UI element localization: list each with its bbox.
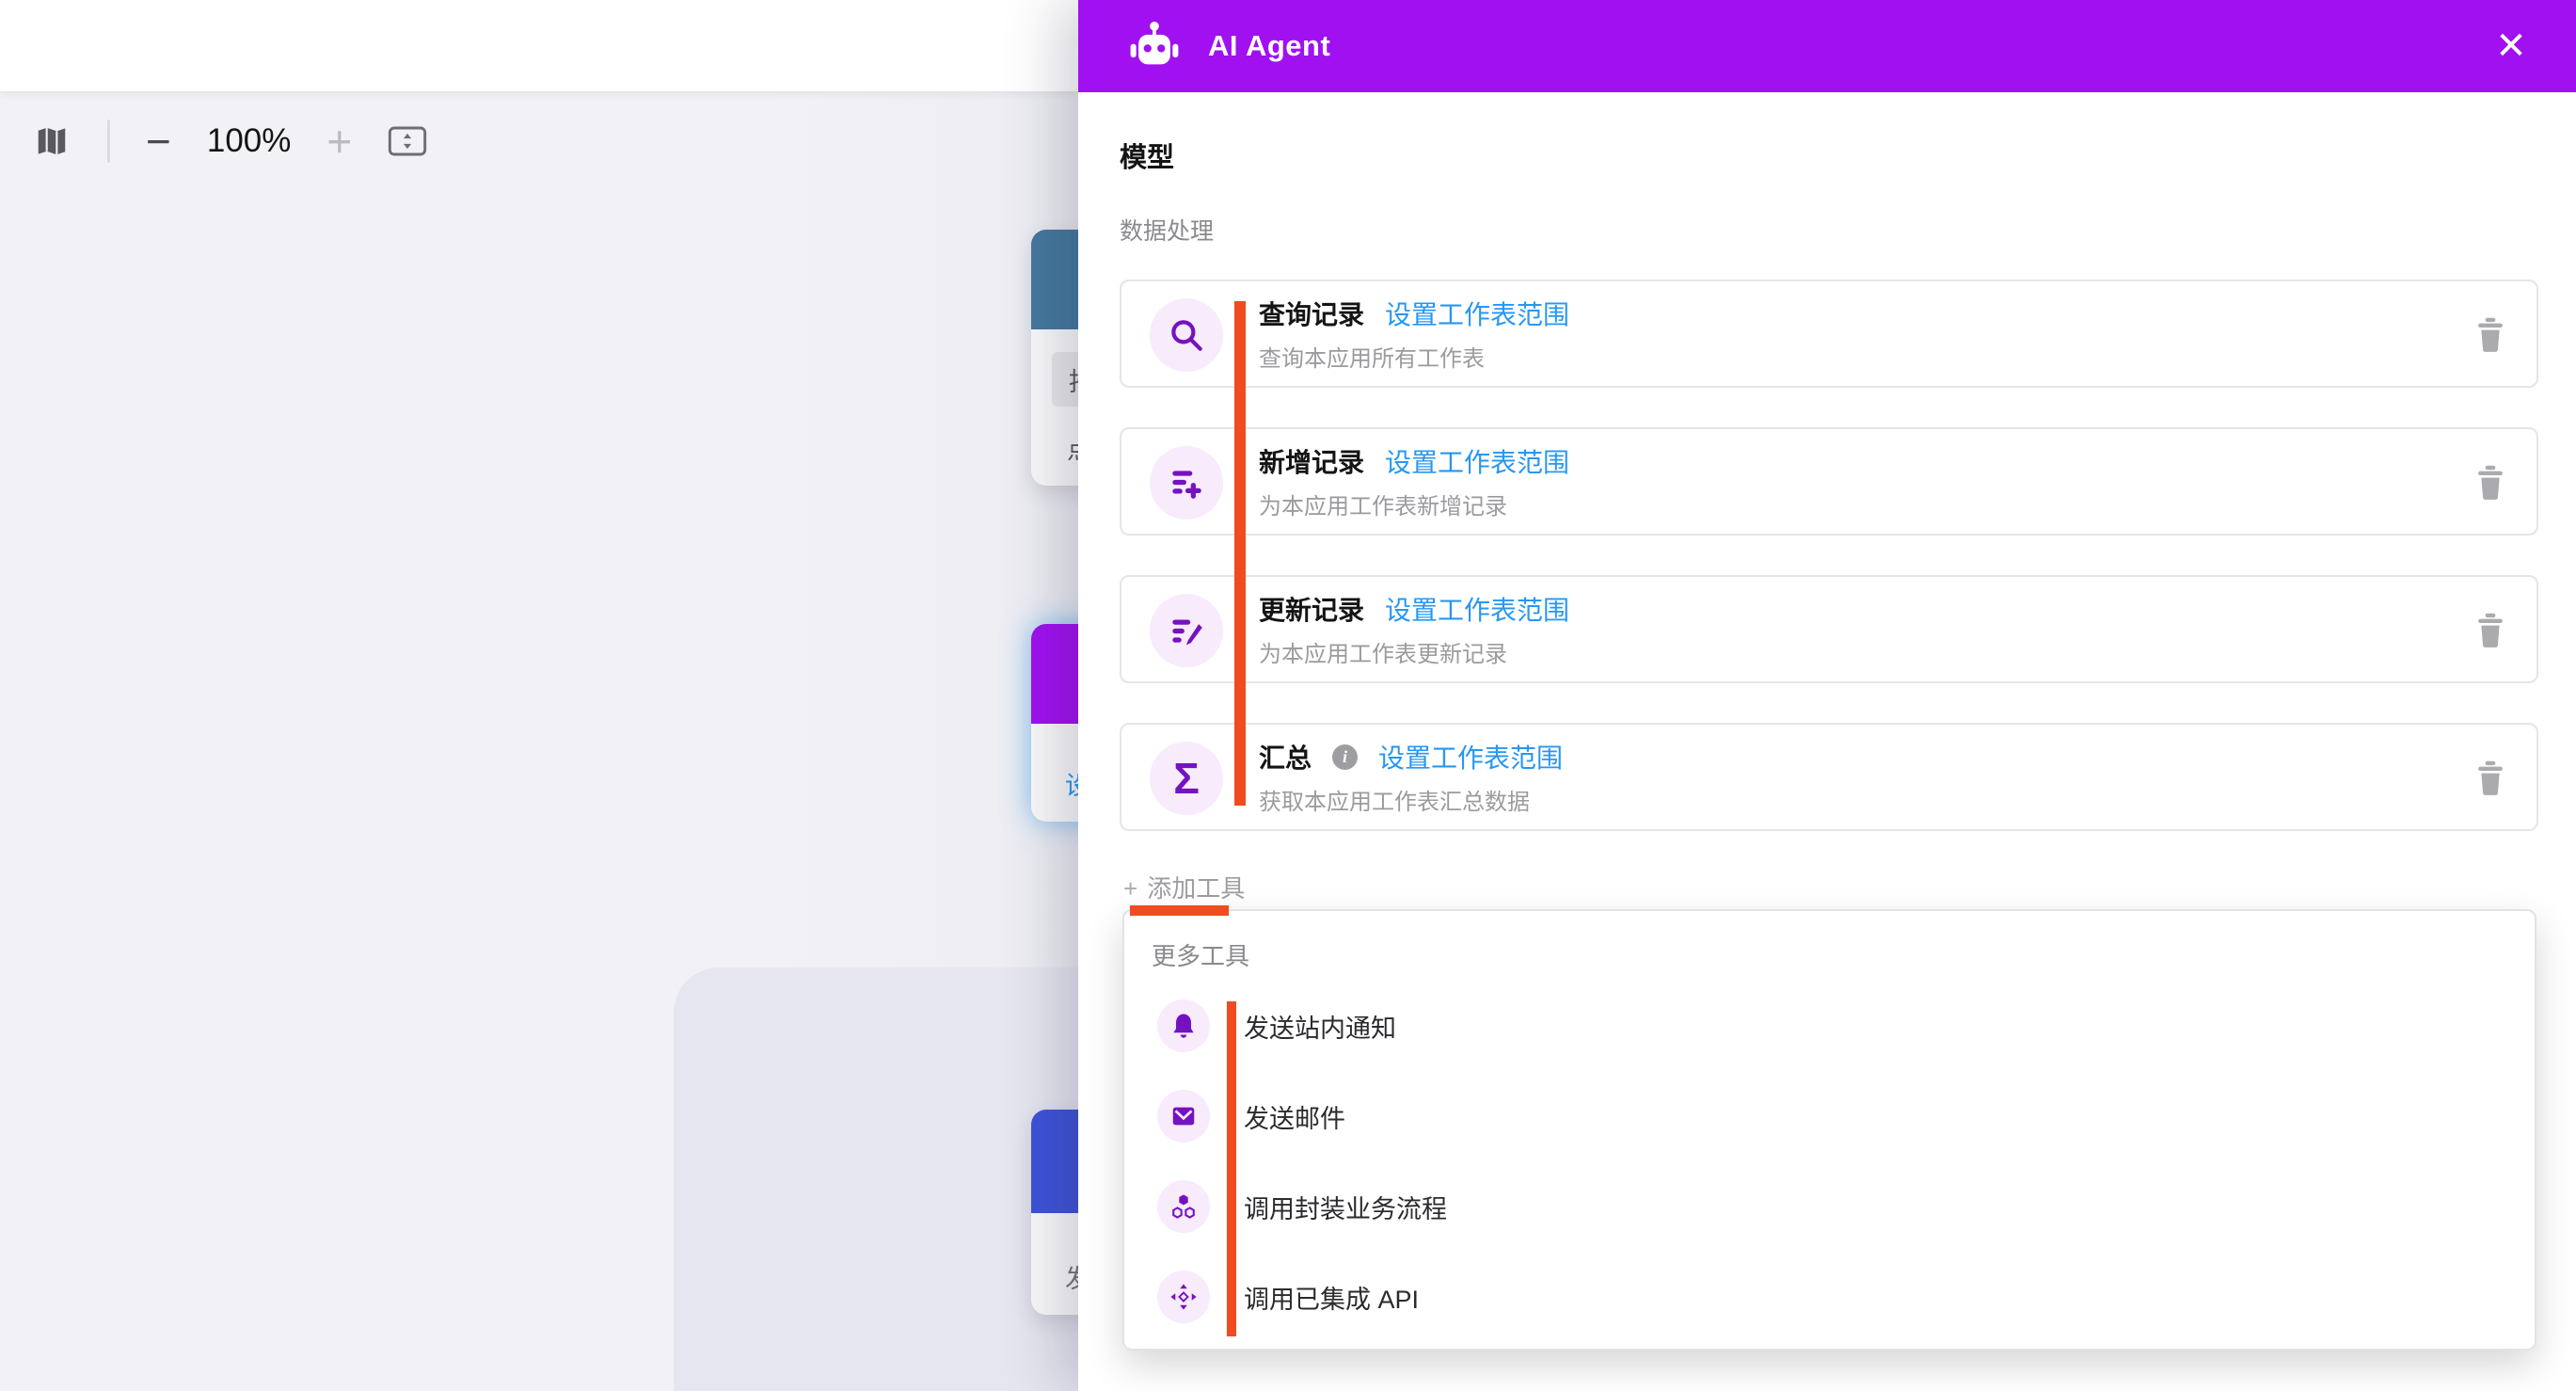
tool-card-add-record[interactable]: 新增记录 设置工作表范围 为本应用工作表新增记录 [1120, 427, 2538, 536]
add-tool-button[interactable]: +添加工具 [1123, 870, 1245, 904]
api-icon [1157, 1271, 1210, 1323]
tool-name: 查询记录 [1259, 295, 1364, 332]
mail-icon [1157, 1090, 1210, 1143]
flow-node-indigo[interactable]: 发 [1031, 1110, 1078, 1315]
annotation-bar-dropdown [1227, 1001, 1236, 1336]
flow-canvas[interactable]: − 100% + 按 点 设 发 [0, 0, 1078, 1391]
flow-node-indigo-header [1031, 1110, 1078, 1213]
sigma-icon: Σ [1150, 742, 1223, 815]
zoom-out-button[interactable]: − [146, 120, 171, 163]
dropdown-item-call-packaged-process[interactable]: 调用封装业务流程 [1157, 1178, 1447, 1235]
process-icon [1157, 1180, 1210, 1233]
flow-node-purple-header [1031, 624, 1078, 724]
annotation-bar-tools [1234, 301, 1246, 806]
tool-description: 查询本应用所有工作表 [1259, 340, 1485, 373]
tool-name: 汇总 [1259, 738, 1312, 775]
list-add-icon [1150, 446, 1223, 520]
fit-screen-icon[interactable] [388, 121, 427, 161]
set-worksheet-scope-link[interactable]: 设置工作表范围 [1385, 295, 1569, 332]
ai-agent-panel-header: AI Agent ✕ [1078, 0, 2576, 92]
dropdown-item-label: 发送站内通知 [1244, 1008, 1396, 1045]
more-tools-dropdown: 更多工具 发送站内通知 [1122, 909, 2536, 1351]
delete-tool-icon[interactable] [2476, 317, 2504, 353]
annotation-underline-add-tool [1130, 905, 1229, 916]
dropdown-item-label: 发送邮件 [1244, 1098, 1345, 1135]
flow-node-blue-chip[interactable]: 按 [1052, 352, 1078, 407]
tool-card-update-record[interactable]: 更新记录 设置工作表范围 为本应用工作表更新记录 [1120, 575, 2538, 683]
canvas-group-frame [674, 967, 1078, 1391]
tool-name: 更新记录 [1259, 590, 1364, 628]
toolbar-divider [107, 120, 110, 163]
search-icon [1150, 298, 1223, 372]
ai-agent-panel-body: 模型 数据处理 查询记录 设置工作表范围 查询本应用所有工作表 [1078, 92, 2576, 1391]
flow-node-purple-link[interactable]: 设 [1065, 765, 1078, 802]
section-title-data-processing: 数据处理 [1120, 213, 1214, 247]
dropdown-item-label: 调用封装业务流程 [1244, 1189, 1447, 1225]
app-screen: − 100% + 按 点 设 发 [0, 0, 2576, 1391]
dropdown-item-send-notification[interactable]: 发送站内通知 [1157, 998, 1396, 1054]
tool-card-summary[interactable]: Σ 汇总 i 设置工作表范围 获取本应用工作表汇总数据 [1120, 723, 2538, 831]
ai-agent-panel: AI Agent ✕ 模型 数据处理 查询记录 设置工作表范围 查询本应用所有工… [1078, 0, 2576, 1391]
list-edit-icon [1150, 594, 1223, 667]
set-worksheet-scope-link[interactable]: 设置工作表范围 [1378, 738, 1563, 775]
flow-node-purple[interactable]: 设 [1031, 624, 1078, 822]
tool-card-query-records[interactable]: 查询记录 设置工作表范围 查询本应用所有工作表 [1120, 280, 2538, 388]
section-title-model: 模型 [1120, 136, 1174, 175]
dropdown-item-call-integrated-api[interactable]: 调用已集成 API [1157, 1269, 1419, 1325]
panel-title: AI Agent [1208, 29, 1330, 63]
info-icon[interactable]: i [1332, 744, 1358, 770]
dropdown-item-send-email[interactable]: 发送邮件 [1157, 1088, 1345, 1144]
dropdown-item-label: 调用已集成 API [1244, 1279, 1419, 1316]
zoom-level-label[interactable]: 100% [207, 122, 292, 160]
tool-description: 为本应用工作表新增记录 [1259, 488, 1507, 520]
zoom-in-button[interactable]: + [326, 120, 352, 163]
robot-icon [1127, 19, 1182, 73]
delete-tool-icon[interactable] [2476, 465, 2504, 501]
tool-name: 新增记录 [1259, 442, 1364, 480]
minimap-icon[interactable] [32, 121, 72, 161]
tool-description: 获取本应用工作表汇总数据 [1259, 783, 1530, 816]
delete-tool-icon[interactable] [2476, 613, 2504, 648]
app-top-bar [0, 0, 1078, 92]
dropdown-header: 更多工具 [1152, 937, 1249, 972]
set-worksheet-scope-link[interactable]: 设置工作表范围 [1385, 442, 1569, 480]
flow-node-blue[interactable]: 按 点 [1031, 230, 1078, 486]
canvas-toolbar: − 100% + [32, 117, 427, 166]
tool-description: 为本应用工作表更新记录 [1259, 635, 1507, 668]
set-worksheet-scope-link[interactable]: 设置工作表范围 [1385, 590, 1569, 628]
flow-node-indigo-text: 发 [1065, 1258, 1078, 1295]
flow-node-blue-header [1031, 230, 1078, 329]
bell-icon [1157, 999, 1210, 1052]
plus-icon: + [1123, 874, 1137, 903]
flow-node-blue-text: 点 [1067, 429, 1078, 466]
delete-tool-icon[interactable] [2476, 760, 2504, 796]
close-icon[interactable]: ✕ [2488, 23, 2535, 70]
